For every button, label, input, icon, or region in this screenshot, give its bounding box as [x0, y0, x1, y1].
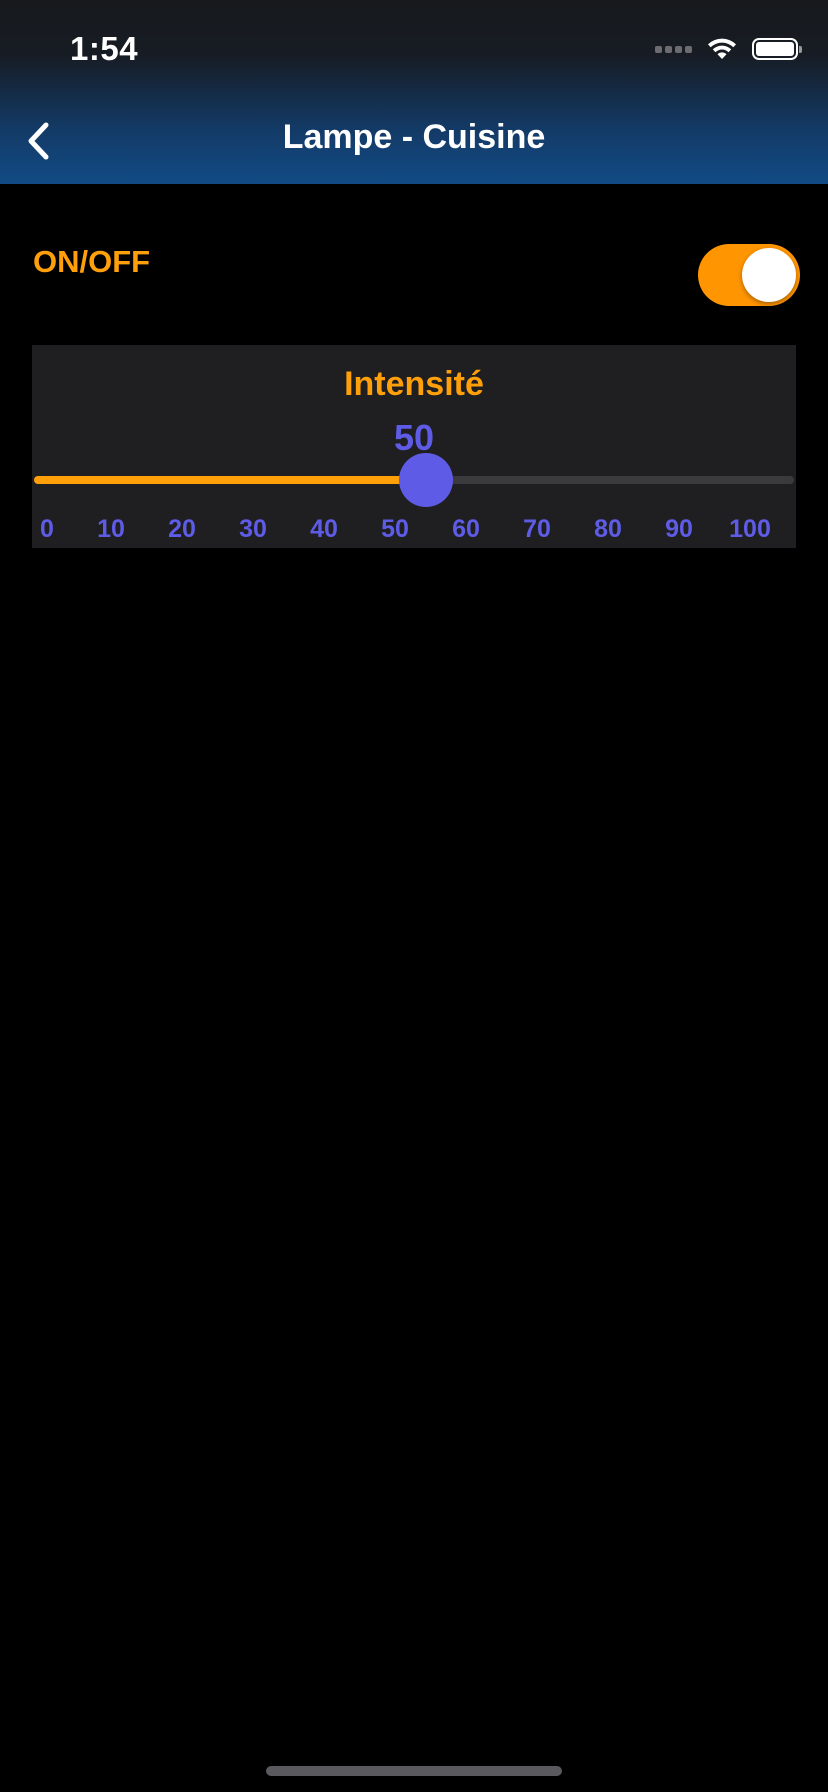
slider-tick-label: 100	[729, 515, 771, 543]
navigation-header: 1:54 Lampe - Cuisine	[0, 0, 828, 184]
slider-tick-label: 0	[40, 515, 54, 543]
slider-tick-label: 30	[239, 515, 267, 543]
power-toggle[interactable]	[698, 244, 800, 306]
slider-tick-label: 10	[97, 515, 125, 543]
slider-fill	[34, 476, 426, 484]
battery-icon	[752, 38, 802, 60]
slider-tick-label: 50	[381, 515, 409, 543]
slider-tick-label: 40	[310, 515, 338, 543]
slider-tick-label: 60	[452, 515, 480, 543]
intensity-title: Intensité	[344, 365, 484, 403]
slider-thumb[interactable]	[399, 453, 453, 507]
home-indicator	[266, 1766, 562, 1776]
cellular-signal-icon	[655, 45, 692, 53]
slider-tick-label: 80	[594, 515, 622, 543]
page-title: Lampe - Cuisine	[282, 118, 546, 156]
intensity-card: Intensité 50 0 10 20 30 40 50 60 70 80 90 100	[32, 345, 796, 548]
slider-tick-label: 70	[523, 515, 551, 543]
slider-tick-labels: 0 10 20 30 40 50 60 70 80 90 100	[32, 515, 796, 545]
intensity-value: 50	[393, 417, 435, 458]
slider-tick-label: 20	[168, 515, 196, 543]
power-toggle-label: ON/OFF	[33, 244, 151, 279]
toggle-knob	[742, 248, 796, 302]
status-icons	[655, 34, 802, 64]
wifi-icon	[708, 38, 736, 59]
status-time: 1:54	[70, 30, 139, 67]
slider-tick-label: 90	[665, 515, 693, 543]
intensity-slider[interactable]	[34, 453, 794, 507]
